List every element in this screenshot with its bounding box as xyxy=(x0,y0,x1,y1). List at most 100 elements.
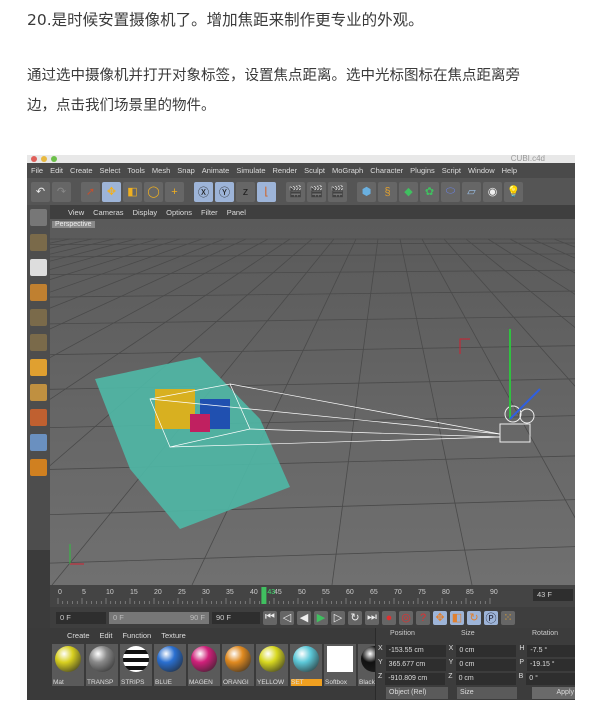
material-menu-function[interactable]: Function xyxy=(122,631,151,640)
render-view-icon[interactable]: 🎬 xyxy=(286,181,305,202)
coordinate-mode-select[interactable]: Object (Rel) xyxy=(386,687,448,699)
size-mode-select[interactable]: Size xyxy=(457,687,517,699)
pla-key-icon[interactable]: ⁙ xyxy=(501,610,515,625)
loop-icon[interactable]: ↻ xyxy=(348,610,362,625)
polygons-mode-icon[interactable] xyxy=(30,359,47,376)
light-icon[interactable]: 💡 xyxy=(504,181,523,202)
viewport-menu-panel[interactable]: Panel xyxy=(227,208,246,217)
record-keys-icon[interactable]: ● xyxy=(382,610,396,625)
rotate-icon[interactable]: ◯ xyxy=(144,181,163,202)
render-settings-icon[interactable]: 🎬 xyxy=(328,181,347,202)
menu-animate[interactable]: Animate xyxy=(202,166,230,175)
position-field[interactable]: -910.809 cm xyxy=(385,673,446,685)
edges-mode-icon[interactable] xyxy=(30,334,47,351)
material-swatch[interactable]: MAGEN xyxy=(188,644,220,686)
go-to-start-icon[interactable]: ⏮ xyxy=(263,610,277,625)
position-key-icon[interactable]: ✥ xyxy=(433,610,447,625)
material-swatch[interactable]: YELLOW xyxy=(256,644,288,686)
spline-icon[interactable]: § xyxy=(378,181,397,202)
timeline[interactable]: 0 5 10 15 20 25 30 35 40 45 50 55 60 65 70 75 80 85 90 43 4… xyxy=(50,585,575,607)
nurbs-icon[interactable]: ◆ xyxy=(399,181,418,202)
step-back-icon[interactable]: ◁ xyxy=(280,610,294,625)
menu-snap[interactable]: Snap xyxy=(177,166,195,175)
axis-mode-icon[interactable] xyxy=(30,384,47,401)
menu-mesh[interactable]: Mesh xyxy=(152,166,170,175)
coordinate-system-icon[interactable]: ⌊ xyxy=(257,181,276,202)
camera-icon[interactable]: ◉ xyxy=(483,181,502,202)
start-frame-field[interactable]: 0 F xyxy=(56,611,106,624)
points-mode-icon[interactable] xyxy=(30,309,47,326)
y-axis-icon[interactable]: Ⓨ xyxy=(215,181,234,202)
make-editable-icon[interactable] xyxy=(30,209,47,226)
viewport-menu-cameras[interactable]: Cameras xyxy=(93,208,123,217)
texture-mode-icon[interactable] xyxy=(30,259,47,276)
position-field[interactable]: -153.55 cm xyxy=(385,645,446,657)
autokey-icon[interactable]: ◎ xyxy=(399,610,413,625)
material-swatch[interactable]: Softbox xyxy=(324,644,356,686)
menu-render[interactable]: Render xyxy=(273,166,298,175)
menu-file[interactable]: File xyxy=(31,166,43,175)
lock-workplane-icon[interactable] xyxy=(30,459,47,476)
material-menu-edit[interactable]: Edit xyxy=(100,631,113,640)
viewport-menu-filter[interactable]: Filter xyxy=(201,208,218,217)
keyframe-selection-icon[interactable]: ? xyxy=(416,610,430,625)
quantize-icon[interactable] xyxy=(30,434,47,451)
menu-window[interactable]: Window xyxy=(468,166,495,175)
parameter-key-icon[interactable]: Ⓟ xyxy=(484,610,498,625)
rotation-key-icon[interactable]: ↻ xyxy=(467,610,481,625)
material-swatch[interactable]: STRIPS xyxy=(120,644,152,686)
menu-help[interactable]: Help xyxy=(502,166,517,175)
material-menu-create[interactable]: Create xyxy=(67,631,90,640)
viewport-menu-display[interactable]: Display xyxy=(133,208,158,217)
rotation-field[interactable]: -7.5 ° xyxy=(527,645,575,657)
play-icon[interactable]: ▶ xyxy=(314,610,328,625)
menu-sculpt[interactable]: Sculpt xyxy=(304,166,325,175)
size-field[interactable]: 0 cm xyxy=(455,673,516,685)
position-field[interactable]: 365.677 cm xyxy=(385,659,446,671)
cube-icon[interactable]: ⬢ xyxy=(357,181,376,202)
scale-icon[interactable]: ◧ xyxy=(123,181,142,202)
floor-icon[interactable]: ▱ xyxy=(462,181,481,202)
prev-frame-icon[interactable]: ◀ xyxy=(297,610,311,625)
close-icon[interactable] xyxy=(31,156,37,162)
menu-character[interactable]: Character xyxy=(370,166,403,175)
next-frame-icon[interactable]: ▷ xyxy=(331,610,345,625)
menu-script[interactable]: Script xyxy=(442,166,461,175)
menu-tools[interactable]: Tools xyxy=(127,166,145,175)
move-icon[interactable]: ✥ xyxy=(102,181,121,202)
material-swatch[interactable]: SET xyxy=(290,644,322,686)
menu-select[interactable]: Select xyxy=(100,166,121,175)
playhead[interactable] xyxy=(261,587,267,604)
live-select-icon[interactable]: ➚ xyxy=(81,181,100,202)
current-frame-field[interactable]: 43 F xyxy=(533,589,573,601)
viewport-menu-options[interactable]: Options xyxy=(166,208,192,217)
apply-button[interactable]: Apply xyxy=(532,687,575,699)
size-field[interactable]: 0 cm xyxy=(456,645,517,657)
menu-create[interactable]: Create xyxy=(70,166,93,175)
menu-simulate[interactable]: Simulate xyxy=(236,166,265,175)
mograph-icon[interactable]: ✿ xyxy=(420,181,439,202)
minimize-icon[interactable] xyxy=(41,156,47,162)
rotation-field[interactable]: 0 ° xyxy=(526,673,575,685)
undo-icon[interactable]: ↶ xyxy=(31,181,50,202)
material-swatch[interactable]: BLUE xyxy=(154,644,186,686)
size-field[interactable]: 0 cm xyxy=(456,659,517,671)
snap-icon[interactable] xyxy=(30,409,47,426)
add-icon[interactable]: + xyxy=(165,181,184,202)
material-menu-texture[interactable]: Texture xyxy=(161,631,186,640)
viewport-menu-view[interactable]: View xyxy=(68,208,84,217)
material-swatch[interactable]: ORANGI xyxy=(222,644,254,686)
menu-mograph[interactable]: MoGraph xyxy=(332,166,363,175)
range-slider[interactable]: 0 F 90 F xyxy=(109,611,209,624)
material-swatch[interactable]: Mat xyxy=(52,644,84,686)
perspective-viewport[interactable]: Perspective xyxy=(27,219,575,670)
rotation-field[interactable]: -19.15 ° xyxy=(527,659,575,671)
go-to-end-icon[interactable]: ⏭ xyxy=(365,610,379,625)
end-frame-field[interactable]: 90 F xyxy=(212,611,260,624)
render-picture-viewer-icon[interactable]: 🎬 xyxy=(307,181,326,202)
maximize-icon[interactable] xyxy=(51,156,57,162)
model-mode-icon[interactable] xyxy=(30,234,47,251)
workplane-icon[interactable] xyxy=(30,284,47,301)
menu-plugins[interactable]: Plugins xyxy=(410,166,435,175)
menu-edit[interactable]: Edit xyxy=(50,166,63,175)
